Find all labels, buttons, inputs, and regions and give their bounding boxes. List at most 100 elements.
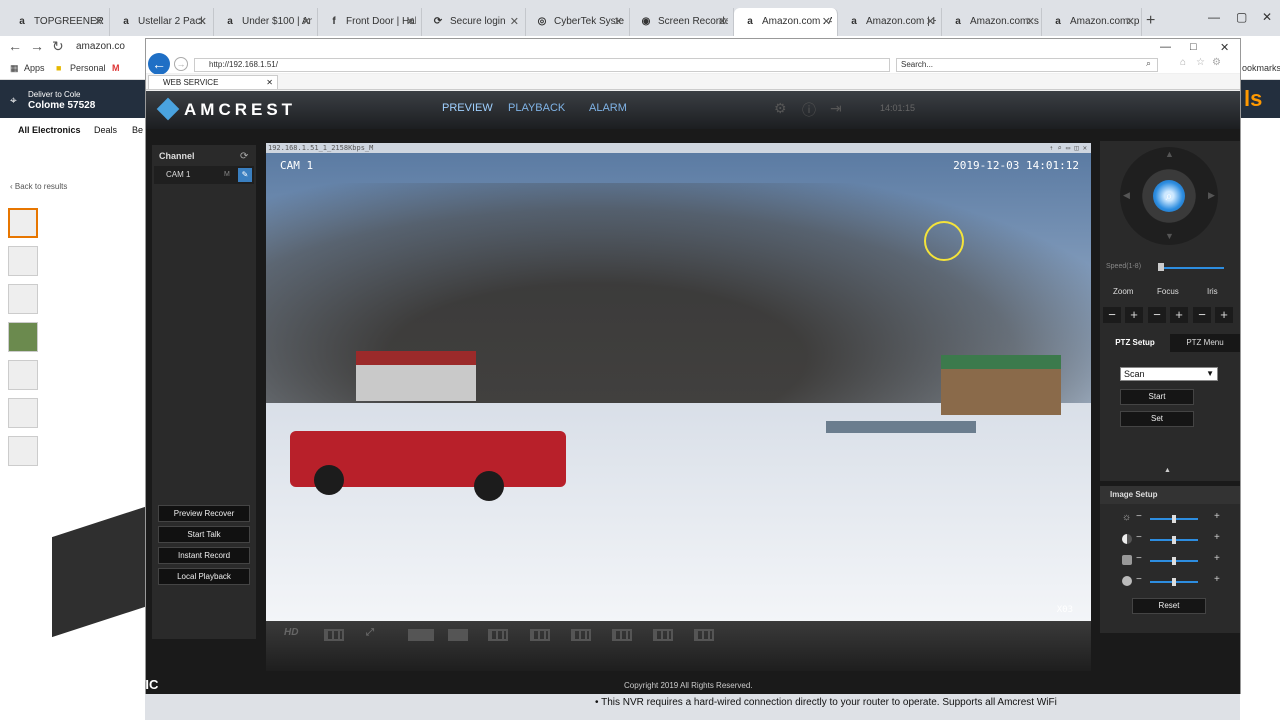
ptz-mode-select[interactable]: Scan ▼: [1120, 367, 1218, 381]
bookmarks-overflow[interactable]: ookmarks: [1242, 63, 1280, 73]
brightness-minus[interactable]: −: [1136, 511, 1142, 522]
layout-4-icon[interactable]: [488, 629, 508, 641]
gamma-knob[interactable]: [1172, 578, 1176, 586]
back-arrow-icon[interactable]: ←: [8, 38, 22, 54]
pan-down-icon[interactable]: ▼: [1165, 231, 1174, 241]
channel-stream-flag[interactable]: M: [224, 166, 230, 184]
tab-ptz-menu[interactable]: PTZ Menu: [1170, 334, 1240, 352]
nav-all-electronics[interactable]: All Electronics: [18, 125, 81, 135]
close-tab-icon[interactable]: ✕: [302, 8, 311, 36]
pan-right-icon[interactable]: ▶: [1208, 190, 1215, 201]
hd-toggle[interactable]: HD: [284, 627, 306, 641]
browser-tab[interactable]: a Ustellar 2 Pack N ✕: [110, 8, 214, 36]
deliver-to-line2[interactable]: Colome 57528: [28, 100, 95, 111]
image-reset-button[interactable]: Reset: [1132, 598, 1206, 614]
deliver-to-line1[interactable]: Deliver to Cole: [28, 90, 80, 99]
tab-ptz-setup[interactable]: PTZ Setup: [1100, 334, 1170, 352]
edit-pencil-icon[interactable]: ✎: [238, 168, 252, 182]
browser-tab[interactable]: a Amazon.com | H ✕: [838, 8, 942, 36]
browser-tab[interactable]: ◎CyberTek System✕: [526, 8, 630, 36]
layout-13-icon[interactable]: [653, 629, 673, 641]
ie-forward-icon[interactable]: →: [174, 57, 188, 71]
close-tab-icon[interactable]: ✕: [718, 8, 727, 36]
iris-minus-button[interactable]: −: [1193, 307, 1211, 323]
tab-alarm[interactable]: ALARM: [589, 102, 627, 114]
close-tab-icon[interactable]: ✕: [198, 8, 207, 36]
nav-deals[interactable]: Deals: [94, 125, 117, 135]
ie-url-field[interactable]: http://192.168.1.51/: [194, 58, 890, 72]
tab-playback[interactable]: PLAYBACK: [508, 102, 565, 114]
zoom-out-button[interactable]: −: [1103, 307, 1121, 323]
focus-minus-button[interactable]: −: [1148, 307, 1166, 323]
live-video-feed[interactable]: 192.168.1.51_1_2158Kbps_M ⇡ ⌕ ▭ ◫ ✕ CAM …: [266, 143, 1091, 621]
layout-1-icon[interactable]: [448, 629, 468, 641]
browser-tab[interactable]: f Front Door | Hal ✕: [318, 8, 422, 36]
close-tab-icon[interactable]: ✕: [1026, 8, 1035, 36]
apps-grid-icon[interactable]: ▦: [10, 63, 19, 74]
gamma-minus[interactable]: −: [1136, 574, 1142, 585]
ptz-center-zoom-icon[interactable]: ⌕: [1153, 180, 1185, 212]
layout-8-icon[interactable]: [571, 629, 591, 641]
product-thumbnail[interactable]: [8, 322, 38, 352]
ptz-set-button[interactable]: Set: [1120, 411, 1194, 427]
ie-favorites-icon[interactable]: ☆: [1196, 57, 1205, 68]
info-icon[interactable]: ⓘ: [802, 100, 816, 120]
saturation-knob[interactable]: [1172, 557, 1176, 565]
ie-maximize-icon[interactable]: □: [1190, 41, 1197, 53]
pan-left-icon[interactable]: ◀: [1123, 190, 1130, 201]
ptz-speed-slider[interactable]: [1158, 267, 1224, 269]
saturation-minus[interactable]: −: [1136, 553, 1142, 564]
pan-up-icon[interactable]: ▲: [1165, 149, 1174, 159]
gmail-icon[interactable]: M: [112, 63, 120, 73]
channel-item-cam1[interactable]: CAM 1 M ✎: [154, 166, 254, 184]
back-to-results-link[interactable]: ‹ Back to results: [10, 182, 67, 191]
ie-tab-web-service[interactable]: WEB SERVICE ✕: [148, 75, 278, 90]
product-thumbnail[interactable]: [8, 360, 38, 390]
fullscreen-icon[interactable]: ⤢: [366, 627, 388, 641]
layout-16-icon[interactable]: [694, 629, 714, 641]
product-thumbnail[interactable]: [8, 284, 38, 314]
local-playback-button[interactable]: Local Playback: [158, 568, 250, 585]
browser-tab[interactable]: ⟳ Secure login ✕: [422, 8, 526, 36]
zoom-in-button[interactable]: +: [1125, 307, 1143, 323]
iris-plus-button[interactable]: +: [1215, 307, 1233, 323]
fisheye-icon[interactable]: [324, 629, 344, 641]
product-thumbnail[interactable]: [8, 246, 38, 276]
reload-icon[interactable]: ↻: [52, 38, 64, 55]
browser-tab[interactable]: aTOPGREENER Sm✕: [6, 8, 110, 36]
ie-minimize-icon[interactable]: —: [1160, 41, 1171, 53]
close-tab-icon[interactable]: ✕: [1126, 8, 1135, 36]
ie-home-icon[interactable]: ⌂: [1180, 57, 1186, 68]
new-tab-icon[interactable]: +: [1146, 12, 1155, 30]
layout-6-icon[interactable]: [530, 629, 550, 641]
preview-recover-button[interactable]: Preview Recover: [158, 505, 250, 522]
close-window-icon[interactable]: ✕: [1262, 10, 1272, 24]
browser-tab[interactable]: a Amazon.com: s ✕: [942, 8, 1042, 36]
browser-tab-active[interactable]: a Amazon.com : A ✕: [734, 8, 838, 36]
ie-tab-close-icon[interactable]: ✕: [266, 76, 273, 89]
contrast-minus[interactable]: −: [1136, 532, 1142, 543]
bookmark-apps[interactable]: Apps: [24, 63, 45, 73]
product-thumbnail[interactable]: [8, 436, 38, 466]
ie-close-icon[interactable]: ✕: [1220, 41, 1229, 54]
layout-9-icon[interactable]: [612, 629, 632, 641]
ie-settings-icon[interactable]: ⚙: [1212, 57, 1221, 68]
forward-arrow-icon[interactable]: →: [30, 38, 44, 54]
ptz-direction-pad[interactable]: ▲ ▼ ◀ ▶ ⌕: [1120, 147, 1218, 245]
refresh-icon[interactable]: ⟳: [240, 151, 248, 162]
browser-tab[interactable]: a Under $100 | Am ✕: [214, 8, 318, 36]
close-tab-icon[interactable]: ✕: [406, 8, 415, 36]
ie-search-field[interactable]: Search...: [896, 58, 1158, 72]
ptz-speed-knob[interactable]: [1158, 263, 1164, 271]
ie-back-icon[interactable]: ←: [148, 53, 170, 75]
close-tab-icon[interactable]: ✕: [614, 8, 623, 36]
saturation-plus[interactable]: +: [1214, 553, 1220, 564]
browser-tab[interactable]: a Amazon.com: pl ✕: [1042, 8, 1142, 36]
focus-plus-button[interactable]: +: [1170, 307, 1188, 323]
tab-preview[interactable]: PREVIEW: [442, 102, 493, 114]
gamma-plus[interactable]: +: [1214, 574, 1220, 585]
maximize-icon[interactable]: ▢: [1236, 10, 1247, 24]
brightness-plus[interactable]: +: [1214, 511, 1220, 522]
video-window-controls-icon[interactable]: ⇡ ⌕ ▭ ◫ ✕: [1049, 143, 1087, 153]
instant-record-button[interactable]: Instant Record: [158, 547, 250, 564]
